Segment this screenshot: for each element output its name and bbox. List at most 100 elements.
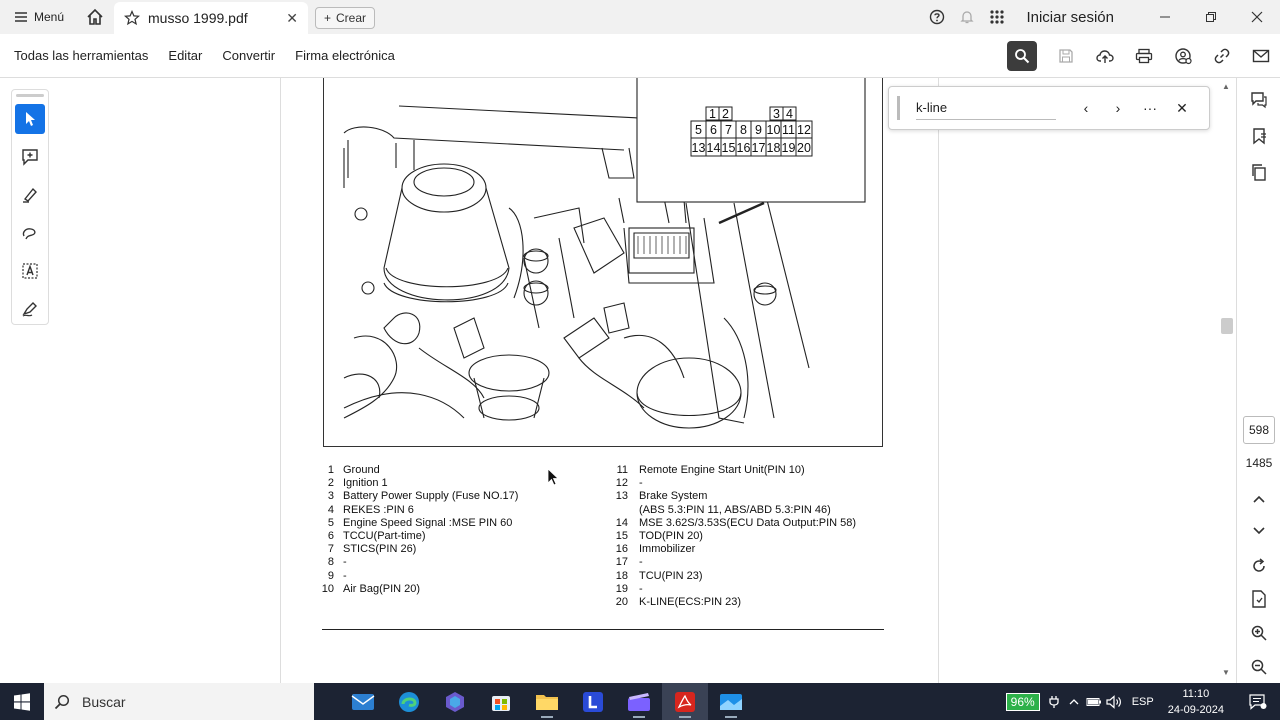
page-options-icon[interactable] <box>1237 581 1280 617</box>
clock-date: 24-09-2024 <box>1167 703 1224 716</box>
battery-icon[interactable] <box>1084 697 1104 707</box>
engine-illustration: 1 2 3 4 5 6 7 8 9 10 11 12 13 14 15 16 1… <box>343 78 866 429</box>
legend-text: TCU(PIN 23) <box>639 569 703 582</box>
page-divider <box>322 629 884 630</box>
legend-num: 9 <box>327 569 334 582</box>
more-options-icon[interactable]: ··· <box>1134 100 1166 116</box>
zoom-out-icon[interactable] <box>1237 649 1280 685</box>
add-comment-icon[interactable] <box>15 142 45 172</box>
print-icon[interactable] <box>1124 34 1163 78</box>
video-editor-icon[interactable] <box>616 683 662 720</box>
previous-page-icon[interactable] <box>1237 481 1280 517</box>
zoom-in-icon[interactable] <box>1237 615 1280 651</box>
menu-button[interactable]: Menú <box>0 0 78 34</box>
find-next-icon[interactable]: › <box>1102 100 1134 116</box>
find-input[interactable]: k-line <box>916 96 1056 120</box>
signin-button[interactable]: Iniciar sesión <box>1026 9 1114 26</box>
close-find-icon[interactable]: ✕ <box>1166 100 1198 117</box>
pin-legend-right: 11 Remote Engine Start Unit(PIN 10) 12- 1… <box>610 464 856 609</box>
l-app-icon[interactable] <box>570 683 616 720</box>
create-button[interactable]: + Crear <box>315 7 376 29</box>
search-icon[interactable] <box>1007 41 1037 71</box>
photo-viewer-icon[interactable] <box>708 683 754 720</box>
legend-text: K-LINE(ECS:PIN 23) <box>639 596 742 609</box>
clock[interactable]: 11:10 24-09-2024 <box>1168 686 1224 718</box>
find-previous-icon[interactable]: ‹ <box>1070 100 1102 116</box>
sign-tool-icon[interactable] <box>15 294 45 324</box>
vertical-scrollbar[interactable]: ▲ ▼ <box>1218 78 1236 683</box>
windows-start-icon[interactable] <box>0 683 44 720</box>
find-bar: k-line ‹ › ··· ✕ <box>888 86 1210 130</box>
esign-button[interactable]: Firma electrónica <box>285 48 405 63</box>
pin-label: 2 <box>722 107 729 121</box>
drag-handle[interactable] <box>16 94 44 97</box>
text-select-icon[interactable] <box>15 256 45 286</box>
store-icon[interactable] <box>478 683 524 720</box>
taskbar-search[interactable]: Buscar <box>44 683 314 720</box>
cloud-upload-icon[interactable] <box>1085 34 1124 78</box>
rotate-icon[interactable] <box>1237 548 1280 584</box>
power-plug-icon[interactable] <box>1044 695 1064 709</box>
legend-num: 17 <box>615 556 628 569</box>
document-tab[interactable]: musso 1999.pdf ✕ <box>114 2 308 34</box>
scroll-up-icon[interactable]: ▲ <box>1222 82 1230 91</box>
pin-legend-left: 1 Ground 2 Ignition 1 3 Battery Power Suppl… <box>319 464 519 596</box>
pin-label: 3 <box>773 107 780 121</box>
pin-label: 19 <box>782 141 796 155</box>
legend-text: Engine Speed Signal :MSE PIN 60 <box>343 516 513 529</box>
mail-app-icon[interactable] <box>340 683 386 720</box>
edit-button[interactable]: Editar <box>158 48 212 63</box>
language-indicator[interactable]: ESP <box>1132 696 1154 708</box>
freehand-draw-icon[interactable] <box>15 218 45 248</box>
volume-icon[interactable] <box>1104 694 1124 709</box>
pin-label: 15 <box>722 141 736 155</box>
battery-indicator[interactable]: 96% <box>1005 692 1040 711</box>
pages-icon[interactable] <box>1237 154 1280 190</box>
bookmarks-icon[interactable] <box>1237 118 1280 154</box>
comments-icon[interactable] <box>1237 82 1280 118</box>
share-user-icon[interactable] <box>1163 34 1202 78</box>
current-page-input[interactable]: 598 <box>1243 416 1275 444</box>
highlight-pen-icon[interactable] <box>15 180 45 210</box>
restore-button[interactable] <box>1188 0 1234 34</box>
legend-row: 5 Engine Speed Signal :MSE PIN 60 <box>319 517 518 530</box>
scroll-down-icon[interactable]: ▼ <box>1222 668 1230 677</box>
chevron-up-icon[interactable] <box>1064 698 1084 706</box>
file-explorer-icon[interactable] <box>524 683 570 720</box>
all-tools-button[interactable]: Todas las herramientas <box>0 48 158 63</box>
edge-browser-icon[interactable] <box>386 683 432 720</box>
convert-button[interactable]: Convertir <box>212 48 285 63</box>
document-viewer[interactable]: 1 2 3 4 5 6 7 8 9 10 11 12 13 14 15 16 1… <box>0 78 1236 683</box>
close-tab-icon[interactable]: ✕ <box>286 10 298 27</box>
apps-grid-icon[interactable] <box>982 9 1012 25</box>
help-icon[interactable] <box>922 9 952 25</box>
create-label: Crear <box>336 11 367 25</box>
minimize-button[interactable] <box>1142 0 1188 34</box>
star-icon[interactable] <box>124 10 140 26</box>
hamburger-icon <box>15 12 27 22</box>
windows-taskbar: Buscar 96% ESP 11:10 24-09-2024 <box>0 683 1280 720</box>
home-button[interactable] <box>78 0 112 34</box>
legend-text: Ignition 1 <box>343 477 388 490</box>
select-tool-icon[interactable] <box>15 104 45 134</box>
system-tray: 96% ESP 11:10 24-09-2024 <box>1005 683 1280 720</box>
legend-text: MSE 3.62S/3.53S(ECU Data Output:PIN 58) <box>639 516 857 529</box>
acrobat-icon[interactable] <box>662 683 708 720</box>
pin-label: 12 <box>797 123 811 137</box>
pin-label: 6 <box>710 123 717 137</box>
legend-num: 3 <box>327 490 334 503</box>
link-icon[interactable] <box>1202 34 1241 78</box>
legend-row: 4 REKES :PIN 6 <box>319 504 518 517</box>
scroll-thumb[interactable] <box>1221 318 1233 334</box>
close-window-button[interactable] <box>1234 0 1280 34</box>
copilot-icon[interactable] <box>432 683 478 720</box>
bell-icon[interactable] <box>952 9 982 25</box>
next-page-icon[interactable] <box>1237 513 1280 549</box>
email-icon[interactable] <box>1241 34 1280 78</box>
legend-num: 16 <box>615 543 628 556</box>
find-drag-handle[interactable] <box>897 96 900 120</box>
save-icon[interactable] <box>1046 34 1085 78</box>
legend-num <box>610 504 639 517</box>
pin-label: 14 <box>707 141 721 155</box>
notifications-icon[interactable] <box>1236 693 1280 710</box>
